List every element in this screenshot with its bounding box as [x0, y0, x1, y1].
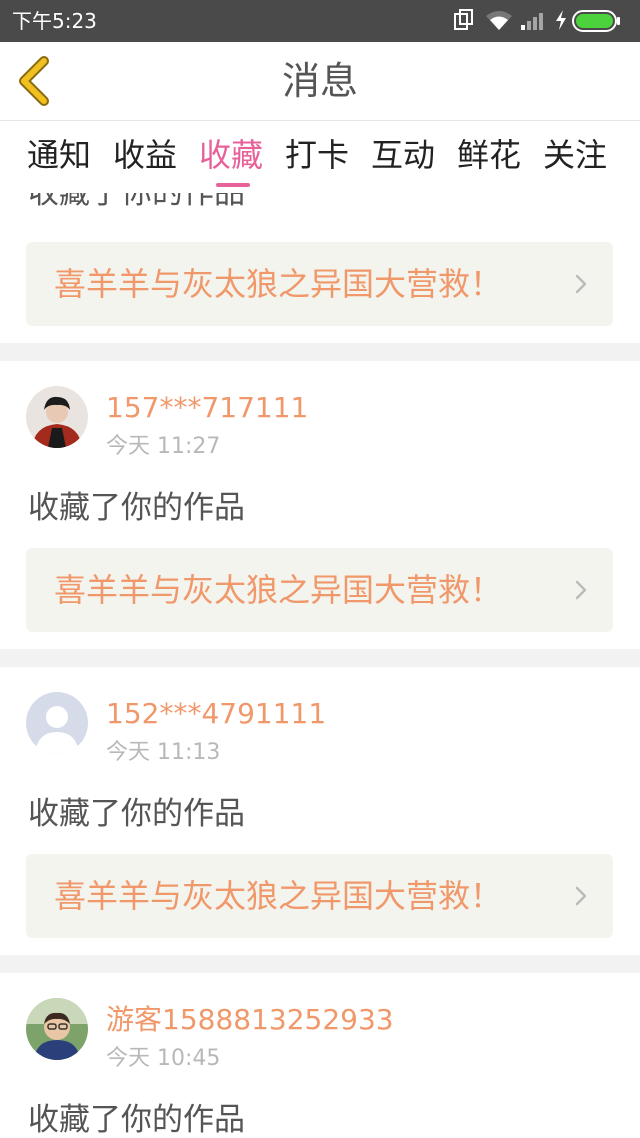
tab-earnings[interactable]: 收益 [113, 135, 177, 175]
tab-notifications[interactable]: 通知 [27, 135, 91, 175]
work-title: 喜羊羊与灰太狼之异国大营救！ [54, 877, 503, 915]
divider [0, 343, 640, 361]
action-text: 收藏了你的作品 [28, 1102, 245, 1138]
charging-icon [554, 9, 568, 35]
copy-icon [454, 9, 474, 35]
work-card[interactable]: 喜羊羊与灰太狼之异国大营救！ [26, 242, 613, 326]
work-title: 喜羊羊与灰太狼之异国大营救！ [54, 265, 503, 303]
wifi-icon [484, 9, 514, 35]
avatar[interactable] [26, 998, 88, 1060]
work-title: 喜羊羊与灰太狼之异国大营救！ [54, 571, 503, 609]
default-user-icon [26, 692, 88, 754]
tab-follows[interactable]: 关注 [543, 135, 607, 175]
username[interactable]: 152***4791111 [106, 697, 326, 731]
username[interactable]: 157***717111 [106, 391, 308, 425]
timestamp: 今天 10:45 [106, 1046, 221, 1071]
work-card[interactable]: 喜羊羊与灰太狼之异国大营救！ [26, 854, 613, 938]
chevron-right-icon [575, 580, 587, 600]
message-list[interactable]: 收藏了你的作品 喜羊羊与灰太狼之异国大营救！ 157***717111 今天 1… [0, 193, 640, 1138]
status-time: 下午5:23 [12, 9, 97, 33]
status-bar: 下午5:23 [0, 0, 640, 42]
page-title: 消息 [281, 59, 358, 103]
username[interactable]: 游客1588813252933 [106, 1003, 394, 1037]
timestamp: 今天 11:27 [106, 434, 221, 459]
signal-icon [520, 9, 548, 35]
action-text: 收藏了你的作品 [28, 796, 245, 832]
tab-checkin[interactable]: 打卡 [285, 135, 349, 175]
avatar[interactable] [26, 692, 88, 754]
tab-favorites[interactable]: 收藏 [199, 135, 263, 175]
action-text: 收藏了你的作品 [28, 193, 245, 211]
chevron-right-icon [575, 886, 587, 906]
tab-interactions[interactable]: 互动 [371, 135, 435, 175]
tab-bar: 通知 收益 收藏 打卡 互动 鲜花 关注 [0, 121, 640, 193]
action-text: 收藏了你的作品 [28, 490, 245, 526]
chevron-right-icon [575, 274, 587, 294]
battery-icon [572, 9, 622, 37]
avatar[interactable] [26, 386, 88, 448]
app-header: 消息 [0, 42, 640, 121]
divider [0, 955, 640, 973]
divider [0, 649, 640, 667]
active-tab-indicator [216, 183, 250, 187]
work-card[interactable]: 喜羊羊与灰太狼之异国大营救！ [26, 548, 613, 632]
timestamp: 今天 11:13 [106, 740, 221, 765]
tab-flowers[interactable]: 鲜花 [457, 135, 521, 175]
